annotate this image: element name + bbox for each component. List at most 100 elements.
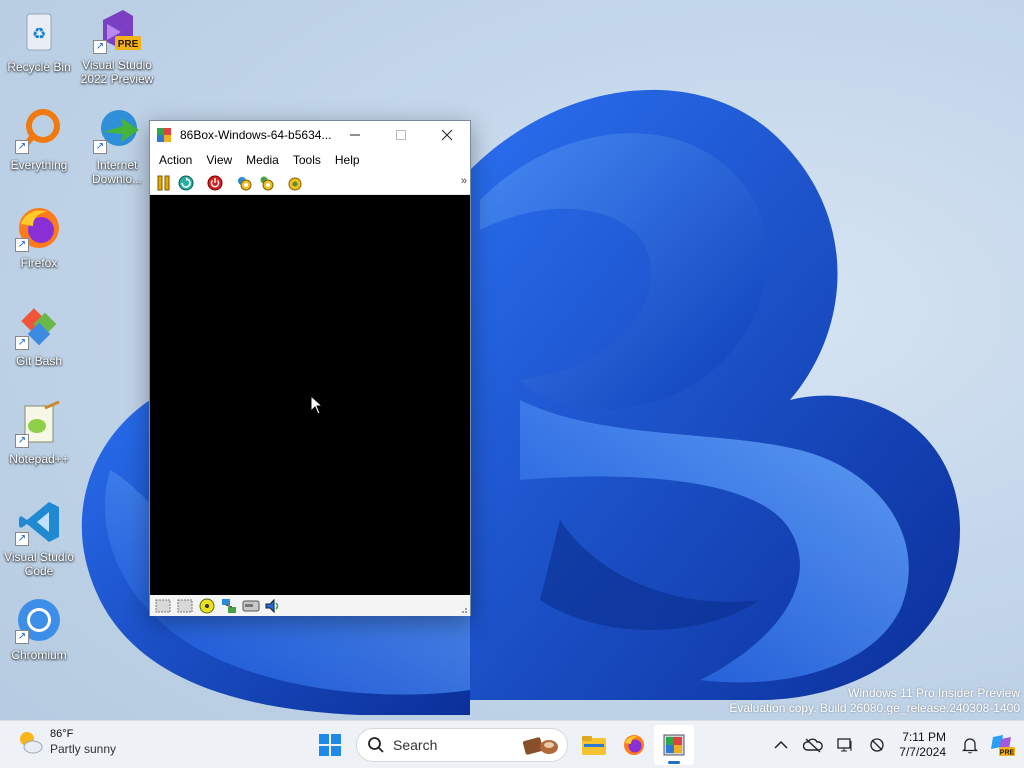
shortcut-arrow-icon: ↗: [93, 40, 107, 54]
vscode-icon: ↗: [15, 498, 63, 546]
clock-date: 7/7/2024: [899, 745, 946, 759]
display-tray-button[interactable]: [831, 731, 859, 759]
bell-icon: [962, 738, 978, 754]
menu-media[interactable]: Media: [239, 153, 286, 167]
start-button[interactable]: [310, 725, 350, 765]
desktop-icon-notepad-plus-plus[interactable]: ↗ Notepad++: [0, 400, 78, 466]
network-tray-button[interactable]: [863, 731, 891, 759]
shortcut-arrow-icon: ↗: [15, 434, 29, 448]
chromium-icon: ↗: [15, 596, 63, 644]
86box-window[interactable]: 86Box-Windows-64-b5634... Action View Me…: [149, 120, 471, 616]
screenshot-button[interactable]: [284, 173, 306, 193]
menu-help[interactable]: Help: [328, 153, 367, 167]
taskbar: 86°F Partly sunny Search 7:11 PM 7/7/202…: [0, 720, 1024, 768]
toolbar: »: [150, 171, 470, 195]
watermark-line-1: Windows 11 Pro Insider Preview: [848, 686, 1020, 700]
hard-disk-icon[interactable]: [240, 597, 262, 615]
desktop-icon-git-bash[interactable]: ↗ Git Bash: [0, 302, 78, 368]
pre-badge: PRE: [118, 39, 139, 50]
shortcut-arrow-icon: ↗: [93, 140, 107, 154]
copilot-pre-icon: PRE: [991, 735, 1015, 757]
copilot-button[interactable]: PRE: [988, 731, 1016, 759]
window-title: 86Box-Windows-64-b5634...: [180, 128, 332, 142]
resize-grip-icon[interactable]: [460, 606, 468, 614]
network-offline-icon: [870, 738, 884, 752]
git-bash-icon: ↗: [15, 302, 63, 350]
menu-action[interactable]: Action: [152, 153, 199, 167]
system-tray: 7:11 PM 7/7/2024 PRE: [765, 721, 1024, 768]
menu-bar: Action View Media Tools Help: [150, 149, 470, 171]
show-hidden-icons-button[interactable]: [767, 731, 795, 759]
desktop-icon-label: Internet Downlo...: [91, 158, 143, 186]
network-icon[interactable]: [218, 597, 240, 615]
desktop-icon-label: Notepad++: [9, 452, 69, 466]
shortcut-arrow-icon: ↗: [15, 238, 29, 252]
desktop-icon-label: Chromium: [11, 648, 67, 662]
close-button[interactable]: [424, 121, 470, 149]
power-button[interactable]: [204, 173, 226, 193]
desktop-icon-label: Visual Studio Code: [4, 550, 74, 578]
reset-button[interactable]: [175, 173, 197, 193]
shortcut-arrow-icon: ↗: [15, 140, 29, 154]
desktop-icon-firefox[interactable]: ↗ Firefox: [0, 204, 78, 270]
weather-widget[interactable]: 86°F Partly sunny: [16, 727, 116, 757]
desktop-icon-label: Git Bash: [15, 354, 63, 368]
search-placeholder: Search: [393, 737, 438, 753]
close-icon: [441, 129, 453, 141]
partly-sunny-icon: [20, 732, 43, 754]
watermark-line-2: Evaluation copy. Build 26080.ge_release.…: [729, 701, 1020, 715]
status-bar: [150, 595, 470, 616]
emulator-display[interactable]: [150, 195, 470, 595]
os-watermark: Windows 11 Pro Insider Preview Evaluatio…: [729, 686, 1020, 716]
start-icon: [319, 734, 341, 756]
notifications-button[interactable]: [956, 731, 984, 759]
toolbar-overflow-button[interactable]: »: [461, 175, 467, 187]
desktop-icon-visual-studio-preview[interactable]: PRE ↗ Visual Studio 2022 Preview: [78, 6, 156, 86]
taskbar-file-explorer[interactable]: [574, 725, 614, 765]
desktop-icon-label: Firefox: [20, 256, 58, 270]
svg-text:PRE: PRE: [1000, 750, 1015, 757]
desktop-icon-chromium[interactable]: ↗ Chromium: [0, 596, 78, 662]
svg-text:♻: ♻: [32, 26, 46, 43]
maximize-button[interactable]: [378, 121, 424, 149]
weather-temperature: 86°F: [50, 728, 74, 740]
media-settings-button[interactable]: [255, 173, 277, 193]
desktop-icon-label: Visual Studio 2022 Preview: [80, 58, 154, 86]
taskbar-center: Search: [310, 725, 694, 765]
screenshot-icon: [288, 177, 302, 190]
menu-view[interactable]: View: [199, 153, 239, 167]
recycle-bin-icon: ♻: [15, 8, 63, 56]
cdrom-icon[interactable]: [196, 597, 218, 615]
desktop-icon-internet-download-manager[interactable]: ↗ Internet Downlo...: [78, 106, 156, 186]
reset-icon: [178, 175, 194, 190]
mouse-cursor-icon: [310, 395, 324, 415]
minimize-button[interactable]: [332, 121, 378, 149]
desktop-icon-recycle-bin[interactable]: ♻ Recycle Bin: [0, 8, 78, 74]
desktop-icon-vscode[interactable]: ↗ Visual Studio Code: [0, 498, 78, 578]
floppy-drive-icon[interactable]: [152, 597, 174, 615]
shortcut-arrow-icon: ↗: [15, 336, 29, 350]
display-icon: [837, 738, 852, 752]
floppy-drive-icon[interactable]: [174, 597, 196, 615]
pause-button[interactable]: [153, 173, 175, 193]
onedrive-offline-icon: [803, 738, 824, 753]
firefox-icon: [624, 735, 644, 755]
maximize-icon: [396, 130, 406, 140]
taskbar-firefox[interactable]: [614, 725, 654, 765]
86box-icon: [156, 127, 172, 143]
settings-button[interactable]: [233, 173, 255, 193]
pause-icon: [157, 175, 170, 190]
settings-icon: [238, 176, 252, 190]
taskbar-clock[interactable]: 7:11 PM 7/7/2024: [899, 730, 946, 760]
window-titlebar[interactable]: 86Box-Windows-64-b5634...: [150, 121, 470, 149]
menu-tools[interactable]: Tools: [286, 153, 328, 167]
onedrive-tray-button[interactable]: [799, 731, 827, 759]
shortcut-arrow-icon: ↗: [15, 630, 29, 644]
search-icon: [368, 737, 384, 753]
sound-icon[interactable]: [262, 597, 284, 615]
taskbar-86box[interactable]: [654, 725, 694, 765]
desktop-icon-everything[interactable]: ↗ Everything: [0, 106, 78, 172]
visual-studio-preview-icon: PRE ↗: [93, 6, 141, 54]
internet-download-manager-icon: ↗: [93, 106, 141, 154]
taskbar-search[interactable]: Search: [356, 728, 568, 762]
